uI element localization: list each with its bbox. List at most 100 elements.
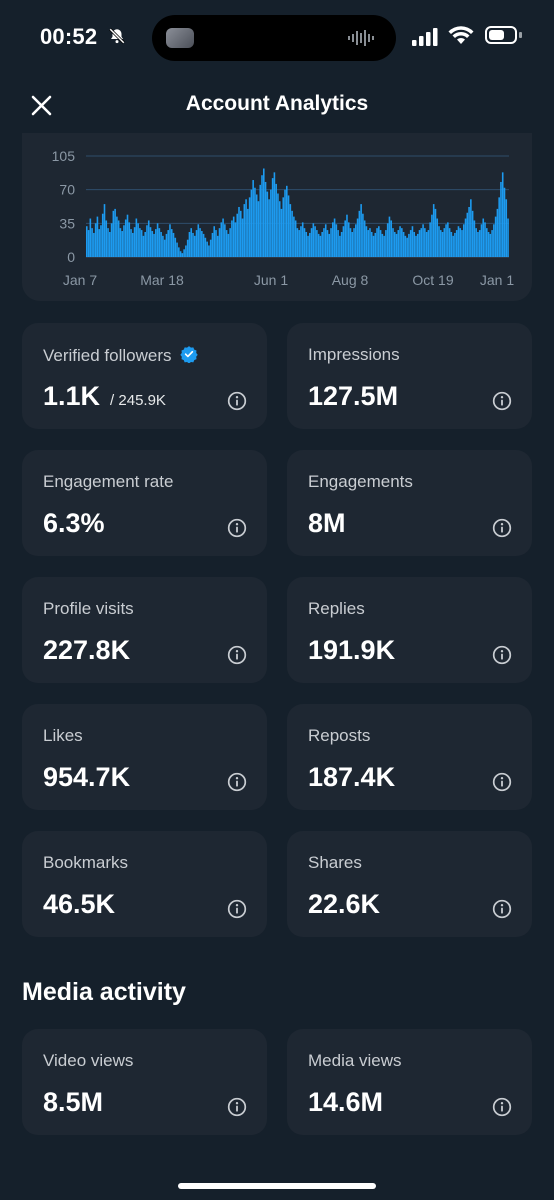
chart-bar: [167, 230, 169, 257]
chart-x-tick-label: Jan 7: [63, 272, 97, 288]
chart-bar: [300, 226, 302, 257]
chart-bar: [236, 213, 239, 257]
chart-bar: [119, 228, 122, 257]
info-icon[interactable]: [227, 645, 247, 665]
info-icon[interactable]: [227, 391, 247, 411]
chart-bar: [450, 231, 453, 257]
chart-bar: [245, 199, 247, 257]
metric-card-impressions[interactable]: Impressions 127.5M: [287, 323, 532, 429]
metric-value: 6.3%: [43, 508, 105, 538]
chart-bar: [278, 201, 281, 257]
chart-bar: [424, 228, 426, 257]
chart-bar: [317, 233, 320, 257]
metric-card-media-views[interactable]: Media views 14.6M: [287, 1029, 532, 1135]
chart-bar: [353, 228, 355, 257]
info-icon[interactable]: [492, 391, 512, 411]
metric-card-bookmarks[interactable]: Bookmarks 46.5K: [22, 831, 267, 937]
chart-bar: [342, 226, 345, 257]
chart-bar: [376, 228, 378, 257]
chart-bar: [112, 210, 115, 257]
chart-bar: [305, 231, 308, 257]
metric-label: Profile visits: [43, 599, 134, 618]
metric-value: 22.6K: [308, 889, 381, 919]
chart-bar: [255, 194, 258, 257]
chart-bar: [181, 253, 184, 257]
chart-bar: [107, 228, 109, 257]
chart-bar: [340, 231, 343, 257]
home-indicator[interactable]: [178, 1183, 376, 1189]
chart-bar: [431, 214, 433, 257]
chart-bar: [385, 230, 387, 257]
chart-bar: [393, 231, 396, 257]
chart-bar: [346, 214, 348, 257]
chart-bar: [151, 231, 154, 257]
chart-bar: [344, 220, 346, 257]
chart-bar: [284, 189, 286, 257]
info-icon[interactable]: [227, 899, 247, 919]
chart-bar: [441, 231, 444, 257]
chart-bar: [489, 233, 492, 257]
chart-bar: [176, 242, 178, 257]
chart-bar: [378, 226, 380, 257]
chart-bar: [432, 204, 435, 257]
chart-bar: [101, 213, 104, 257]
chart-bar: [130, 229, 132, 257]
chart-bar: [208, 245, 210, 257]
chart-bar: [485, 228, 488, 257]
chart-bar: [142, 235, 145, 257]
chart-bar: [496, 208, 499, 257]
info-icon[interactable]: [227, 518, 247, 538]
chart-bar: [282, 197, 285, 257]
metric-card-engagements[interactable]: Engagements 8M: [287, 450, 532, 556]
chart-bar: [153, 233, 155, 257]
chart-bar: [96, 216, 99, 257]
metric-card-video-views[interactable]: Video views 8.5M: [22, 1029, 267, 1135]
chart-bar: [356, 218, 359, 257]
chart-bar: [238, 206, 240, 257]
chart-bar: [324, 224, 327, 257]
chart-bar: [133, 227, 136, 257]
chart-bar: [323, 228, 325, 257]
chart-bar: [418, 230, 421, 257]
metric-label: Engagement rate: [43, 472, 174, 491]
battery-cap: [519, 32, 522, 38]
info-icon[interactable]: [492, 1097, 512, 1117]
metric-card-shares[interactable]: Shares 22.6K: [287, 831, 532, 937]
chart-bar: [470, 199, 472, 257]
chart-bar: [218, 228, 221, 257]
chart-x-tick-label: Aug 8: [332, 272, 369, 288]
header: Account Analytics: [0, 80, 554, 132]
cellular-signal-icon: [412, 28, 438, 46]
chart-bar: [117, 220, 120, 257]
metric-card-reposts[interactable]: Reposts 187.4K: [287, 704, 532, 810]
chart-bar: [362, 213, 364, 257]
chart-bar: [137, 223, 139, 257]
chart-bar: [464, 218, 467, 257]
info-icon[interactable]: [227, 1097, 247, 1117]
chart-bar: [425, 231, 428, 257]
chart-bar: [369, 228, 371, 257]
info-icon[interactable]: [492, 518, 512, 538]
info-icon[interactable]: [227, 772, 247, 792]
chart-bar: [195, 230, 198, 257]
info-icon[interactable]: [492, 899, 512, 919]
metric-card-likes[interactable]: Likes 954.7K: [22, 704, 267, 810]
chart-bar: [330, 228, 332, 257]
info-icon[interactable]: [492, 645, 512, 665]
metric-card-profile-visits[interactable]: Profile visits 227.8K: [22, 577, 267, 683]
chart-bar: [193, 235, 196, 257]
metric-card-verified-followers[interactable]: Verified followers 1.1K / 245.9K: [22, 323, 267, 429]
chart-bar: [402, 231, 405, 257]
chart-bar: [374, 232, 377, 257]
metric-card-engagement-rate[interactable]: Engagement rate 6.3%: [22, 450, 267, 556]
chart-bar: [231, 220, 233, 257]
metric-card-replies[interactable]: Replies 191.9K: [287, 577, 532, 683]
info-icon[interactable]: [492, 772, 512, 792]
chart-bar: [454, 232, 456, 257]
chart-bar: [370, 231, 373, 257]
chart-bar: [197, 224, 200, 257]
chart-bar: [186, 239, 189, 257]
chart-bar: [337, 230, 339, 257]
chart-bar: [94, 223, 97, 257]
chart-bar: [222, 218, 224, 257]
